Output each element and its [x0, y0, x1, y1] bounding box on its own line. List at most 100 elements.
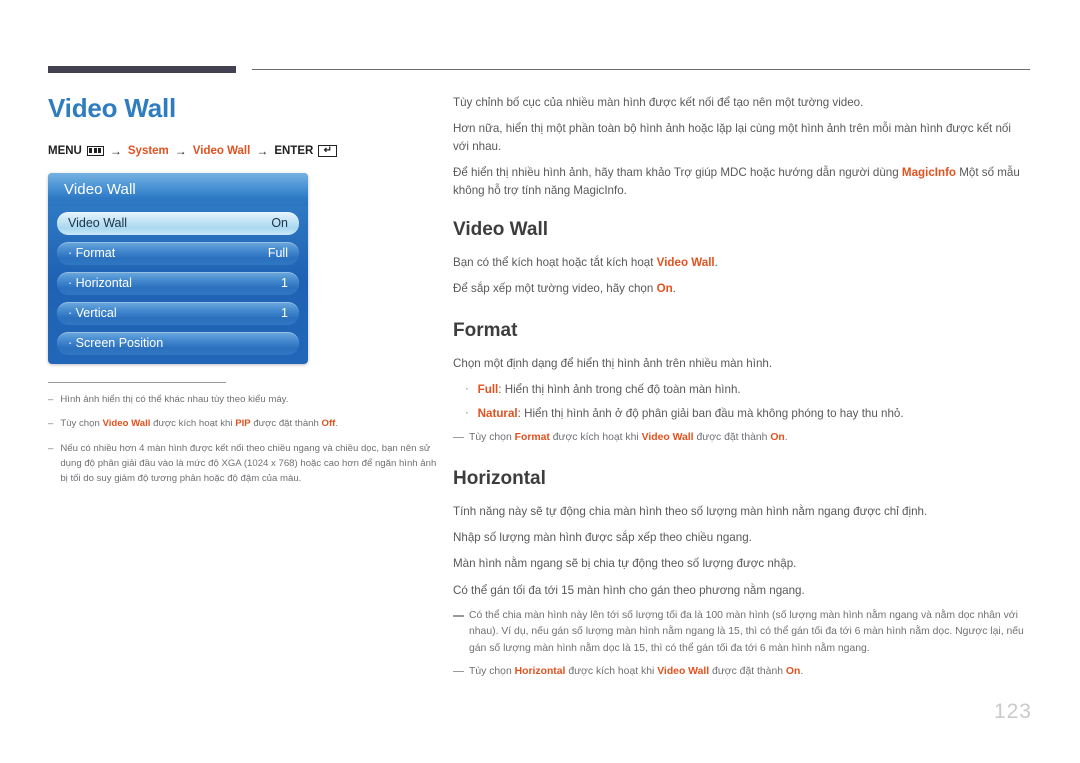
- menu-path-step-system: System: [127, 144, 169, 157]
- section-2-note-0: Có thể chia màn hình này lên tới số lượn…: [453, 608, 1030, 656]
- note-text-0: Tùy chọn: [469, 665, 515, 677]
- page-number: 123: [993, 700, 1032, 723]
- footnote-dash-icon: –: [48, 443, 54, 455]
- note-highlight-1: Format: [514, 431, 550, 443]
- footnote-highlight-1: Video Wall: [102, 418, 151, 430]
- note-highlight-3: Video Wall: [641, 431, 694, 443]
- osd-row-4[interactable]: · Screen Position: [57, 331, 299, 355]
- section-0-paragraph-0: Bạn có thể kích hoạt hoặc tắt kích hoạt …: [453, 254, 1030, 271]
- footnote-dash-icon: –: [48, 418, 54, 430]
- osd-row-value: On: [271, 216, 288, 231]
- left-footnotes: – Hình ảnh hiển thị có thể khác nhau tùy …: [48, 393, 438, 487]
- section-heading-2: Horizontal: [453, 467, 546, 489]
- footnote-text-2: được kích hoạt khi: [150, 418, 236, 430]
- section-para-text-2: .: [714, 255, 718, 269]
- section-heading-0: Video Wall: [453, 218, 549, 240]
- osd-menu-list: Video Wall On · Format Full · Horizontal 1 · V…: [48, 206, 308, 355]
- section-para-text-0: Để sắp xếp một tường video, hãy chọn: [453, 282, 657, 296]
- footnote-text-0: Nếu có nhiều hơn 4 màn hình được kết nối…: [60, 443, 437, 485]
- note-text-4: được đặt thành: [709, 665, 786, 677]
- bullet-highlight-0: Full: [477, 382, 499, 396]
- intro-highlight-1: MagicInfo: [901, 166, 957, 180]
- footnote-text-6: .: [335, 418, 339, 430]
- footnote-highlight-5: Off: [321, 418, 336, 430]
- osd-row-value: 1: [281, 306, 288, 321]
- osd-menu-panel: Video Wall Video Wall On · Format Full · Hor…: [48, 172, 308, 364]
- left-notes-separator: [48, 381, 226, 383]
- section-para-highlight-1: On: [656, 282, 673, 296]
- note-emdash-icon: [453, 615, 464, 617]
- osd-row-label: · Screen Position: [68, 336, 164, 351]
- osd-row-value: Full: [267, 246, 288, 261]
- bullet-text-1: : Hiển thị hình ảnh trong chế độ toàn mà…: [498, 382, 741, 396]
- arrow-icon-3: →: [256, 143, 269, 158]
- note-text-4: được đặt thành: [693, 431, 771, 443]
- note-emdash-icon: [453, 670, 464, 672]
- menu-label: MENU: [48, 144, 82, 157]
- section-2-paragraph-3: Có thể gán tối đa tới 15 màn hình cho gá…: [453, 582, 1030, 599]
- osd-row-3[interactable]: · Vertical 1: [57, 301, 299, 325]
- intro-paragraph-2: Để hiển thị nhiều hình ảnh, hãy tham khả…: [453, 164, 1030, 199]
- note-highlight-3: Video Wall: [657, 665, 710, 677]
- note-text-0: Có thể chia màn hình này lên tới số lượn…: [469, 610, 1024, 654]
- section-para-text-0: Tính năng này sẽ tự động chia màn hình t…: [453, 504, 928, 518]
- header-rule-thin: [252, 69, 1030, 70]
- footnote-text: Hình ảnh hiển thị có thể khác nhau tùy t…: [60, 393, 438, 408]
- osd-row-2[interactable]: · Horizontal 1: [57, 271, 299, 295]
- section-heading-1: Format: [453, 319, 518, 341]
- content-sections: Video Wall Bạn có thể kích hoạt hoặc tắt …: [453, 218, 1030, 680]
- left-footnote-2: – Nếu có nhiều hơn 4 màn hình được kết nố…: [48, 442, 438, 487]
- left-footnote-0: – Hình ảnh hiển thị có thể khác nhau tùy …: [48, 393, 438, 408]
- note-highlight-5: On: [770, 431, 785, 443]
- arrow-icon-2: →: [174, 143, 187, 158]
- osd-row-0[interactable]: Video Wall On: [57, 211, 299, 235]
- footnote-text-0: Hình ảnh hiển thị có thể khác nhau tùy t…: [60, 393, 289, 405]
- osd-row-1[interactable]: · Format Full: [57, 241, 299, 265]
- osd-row-label: · Vertical: [68, 306, 117, 321]
- note-text-2: được kích hoạt khi: [549, 431, 642, 443]
- osd-row-label: · Format: [68, 246, 116, 261]
- left-footnote-1: – Tùy chọn Video Wall được kích hoạt khi …: [48, 417, 438, 432]
- section-para-text-0: Màn hình nằm ngang sẽ bị chia tự động th…: [453, 557, 797, 571]
- bullet-text: Full: Hiển thị hình ảnh trong chế độ toà…: [478, 381, 1030, 398]
- note-text: Tùy chọn Horizontal được kích hoạt khi V…: [469, 664, 1030, 680]
- section-1-bullet-0: · Full: Hiển thị hình ảnh trong chế độ to…: [453, 381, 1030, 398]
- bullet-text: Natural: Hiển thị hình ảnh ở độ phân giả…: [478, 405, 1030, 422]
- left-column: Video Wall MENU → System → Video Wall → …: [48, 94, 438, 487]
- intro-paragraph-1: Hơn nữa, hiển thị một phần toàn bộ hình …: [453, 120, 1030, 155]
- bullet-dot-icon: ·: [465, 407, 469, 420]
- note-highlight-5: On: [785, 665, 801, 677]
- section-para-text-0: Chọn một định dạng để hiển thị hình ảnh …: [453, 356, 773, 370]
- intro-paragraphs: Tùy chỉnh bố cục của nhiều màn hình được…: [453, 94, 1030, 199]
- section-2-paragraph-2: Màn hình nằm ngang sẽ bị chia tự động th…: [453, 555, 1030, 572]
- footnote-dash-icon: –: [48, 393, 54, 405]
- footnote-highlight-3: PIP: [235, 418, 251, 430]
- intro-text-0: Hơn nữa, hiển thị một phần toàn bộ hình …: [453, 122, 1011, 153]
- footnote-text-0: Tùy chọn: [60, 418, 103, 430]
- section-para-highlight-1: Video Wall: [656, 255, 715, 269]
- note-text: Có thể chia màn hình này lên tới số lượn…: [469, 608, 1030, 656]
- enter-label: ENTER: [274, 144, 314, 157]
- osd-row-label: Video Wall: [68, 216, 128, 231]
- section-2-paragraph-0: Tính năng này sẽ tự động chia màn hình t…: [453, 503, 1030, 520]
- page-title: Video Wall: [48, 93, 177, 123]
- section-2-paragraph-1: Nhập số lượng màn hình được sắp xếp theo…: [453, 529, 1030, 546]
- section-1-bullet-1: · Natural: Hiển thị hình ảnh ở độ phân gi…: [453, 405, 1030, 422]
- note-text: Tùy chọn Format được kích hoạt khi Video…: [469, 430, 1030, 446]
- header-rule-thick: [48, 66, 236, 73]
- footnote-text: Nếu có nhiều hơn 4 màn hình được kết nối…: [60, 442, 438, 487]
- footnote-text-4: được đặt thành: [250, 418, 322, 430]
- note-text-0: Tùy chọn: [469, 431, 515, 443]
- section-0-paragraph-1: Để sắp xếp một tường video, hãy chọn On.: [453, 280, 1030, 297]
- enter-key-icon: ↵: [318, 144, 338, 157]
- note-highlight-1: Horizontal: [514, 665, 566, 677]
- bullet-text-1: : Hiển thị hình ảnh ở độ phân giải ban đ…: [517, 407, 904, 421]
- right-column: Tùy chỉnh bố cục của nhiều màn hình được…: [453, 94, 1030, 680]
- bullet-highlight-0: Natural: [477, 407, 518, 421]
- arrow-icon-1: →: [109, 143, 122, 158]
- section-1-note-0: Tùy chọn Format được kích hoạt khi Video…: [453, 430, 1030, 446]
- section-para-text-0: Có thể gán tối đa tới 15 màn hình cho gá…: [453, 583, 805, 597]
- note-text-6: .: [800, 665, 804, 677]
- osd-row-label: · Horizontal: [68, 276, 132, 291]
- intro-paragraph-0: Tùy chỉnh bố cục của nhiều màn hình được…: [453, 94, 1030, 111]
